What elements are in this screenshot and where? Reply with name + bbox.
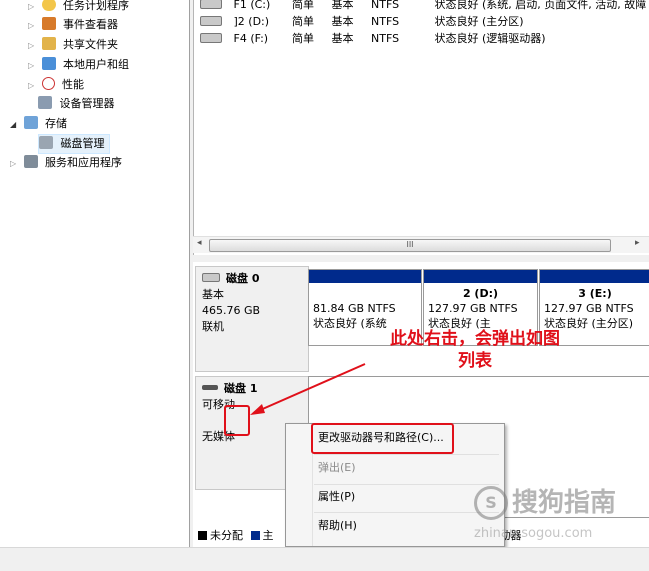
device-manager-icon [38,96,52,109]
menu-separator [314,454,499,455]
primary-partition-bar [540,270,649,283]
drive-icon [200,16,222,26]
annotation-arrow [250,363,366,415]
removable-disk-icon [202,385,218,390]
watermark: S 搜狗指南 [474,482,616,520]
services-icon [23,155,38,168]
legend-swatch-unallocated [198,531,207,540]
expand-arrow-icon[interactable]: ▷ [28,17,38,35]
disk-management-icon [39,136,53,149]
annotation-text: 此处右击，会弹出如图 列表 [390,329,560,371]
scrollbar-thumb[interactable]: III [209,239,611,252]
expand-arrow-icon[interactable]: ▷ [28,0,38,16]
legend-swatch-primary [250,531,260,540]
status-bar [0,547,649,571]
tree-item-storage[interactable]: ◢ 存储 [10,115,67,133]
drive-icon [200,33,222,43]
watermark-url: zhinan.sogou.com [474,526,593,541]
expand-arrow-icon[interactable]: ▷ [28,37,38,55]
tree-item-performance[interactable]: ▷ 性能 [28,76,84,94]
primary-partition-bar [424,270,537,283]
tree-item-task-scheduler[interactable]: ▷ 任务计划程序 [28,0,129,15]
event-viewer-icon [41,17,56,30]
disk-icon [202,273,220,282]
horizontal-scrollbar[interactable]: ◂ III ▸ [193,236,649,253]
volume-row[interactable]: F4 (F:) 简单 基本 NTFS 状态良好 (逻辑驱动器) [200,31,546,47]
performance-icon [41,77,55,90]
clock-icon [41,0,56,11]
collapse-arrow-icon[interactable]: ◢ [10,116,20,134]
menu-item-properties[interactable]: 属性(P) [318,487,355,507]
volume-row[interactable]: ]2 (D:) 简单 基本 NTFS 状态良好 (主分区) [200,14,524,30]
expand-arrow-icon[interactable]: ▷ [28,77,38,95]
tree-item-disk-management[interactable]: 磁盘管理 [38,134,110,154]
expand-arrow-icon[interactable]: ▷ [10,155,20,173]
drive-icon [200,0,222,9]
scroll-left-icon[interactable]: ◂ [197,238,202,248]
menu-highlight-box [311,423,454,454]
scroll-right-icon[interactable]: ▸ [635,238,640,248]
users-icon [41,57,56,70]
navigation-tree: ▷ 任务计划程序 ▷ 事件查看器 ▷ 共享文件夹 ▷ 本地用户和组 ▷ 性能 设… [0,0,190,547]
storage-icon [23,116,38,129]
menu-item-eject[interactable]: 弹出(E) [318,458,356,478]
expand-arrow-icon[interactable]: ▷ [28,57,38,75]
tree-item-services[interactable]: ▷ 服务和应用程序 [10,154,122,172]
menu-item-help[interactable]: 帮助(H) [318,516,357,536]
volume-row[interactable]: F1 (C:) 简单 基本 NTFS 状态良好 (系统, 启动, 页面文件, 活… [200,0,646,13]
tree-item-shared-folders[interactable]: ▷ 共享文件夹 [28,36,118,54]
menu-separator [314,512,499,513]
shared-folder-icon [41,37,56,50]
primary-partition-bar [309,270,421,283]
sogou-logo-icon: S [474,486,508,520]
menu-separator [314,484,499,485]
tree-item-local-users[interactable]: ▷ 本地用户和组 [28,56,129,74]
volume-list: F1 (C:) 简单 基本 NTFS 状态良好 (系统, 启动, 页面文件, 活… [193,0,649,255]
disk0-label[interactable]: 磁盘 0 基本 465.76 GB 联机 [195,266,309,372]
tree-item-event-viewer[interactable]: ▷ 事件查看器 [28,16,118,34]
tree-item-device-manager[interactable]: 设备管理器 [38,95,115,113]
